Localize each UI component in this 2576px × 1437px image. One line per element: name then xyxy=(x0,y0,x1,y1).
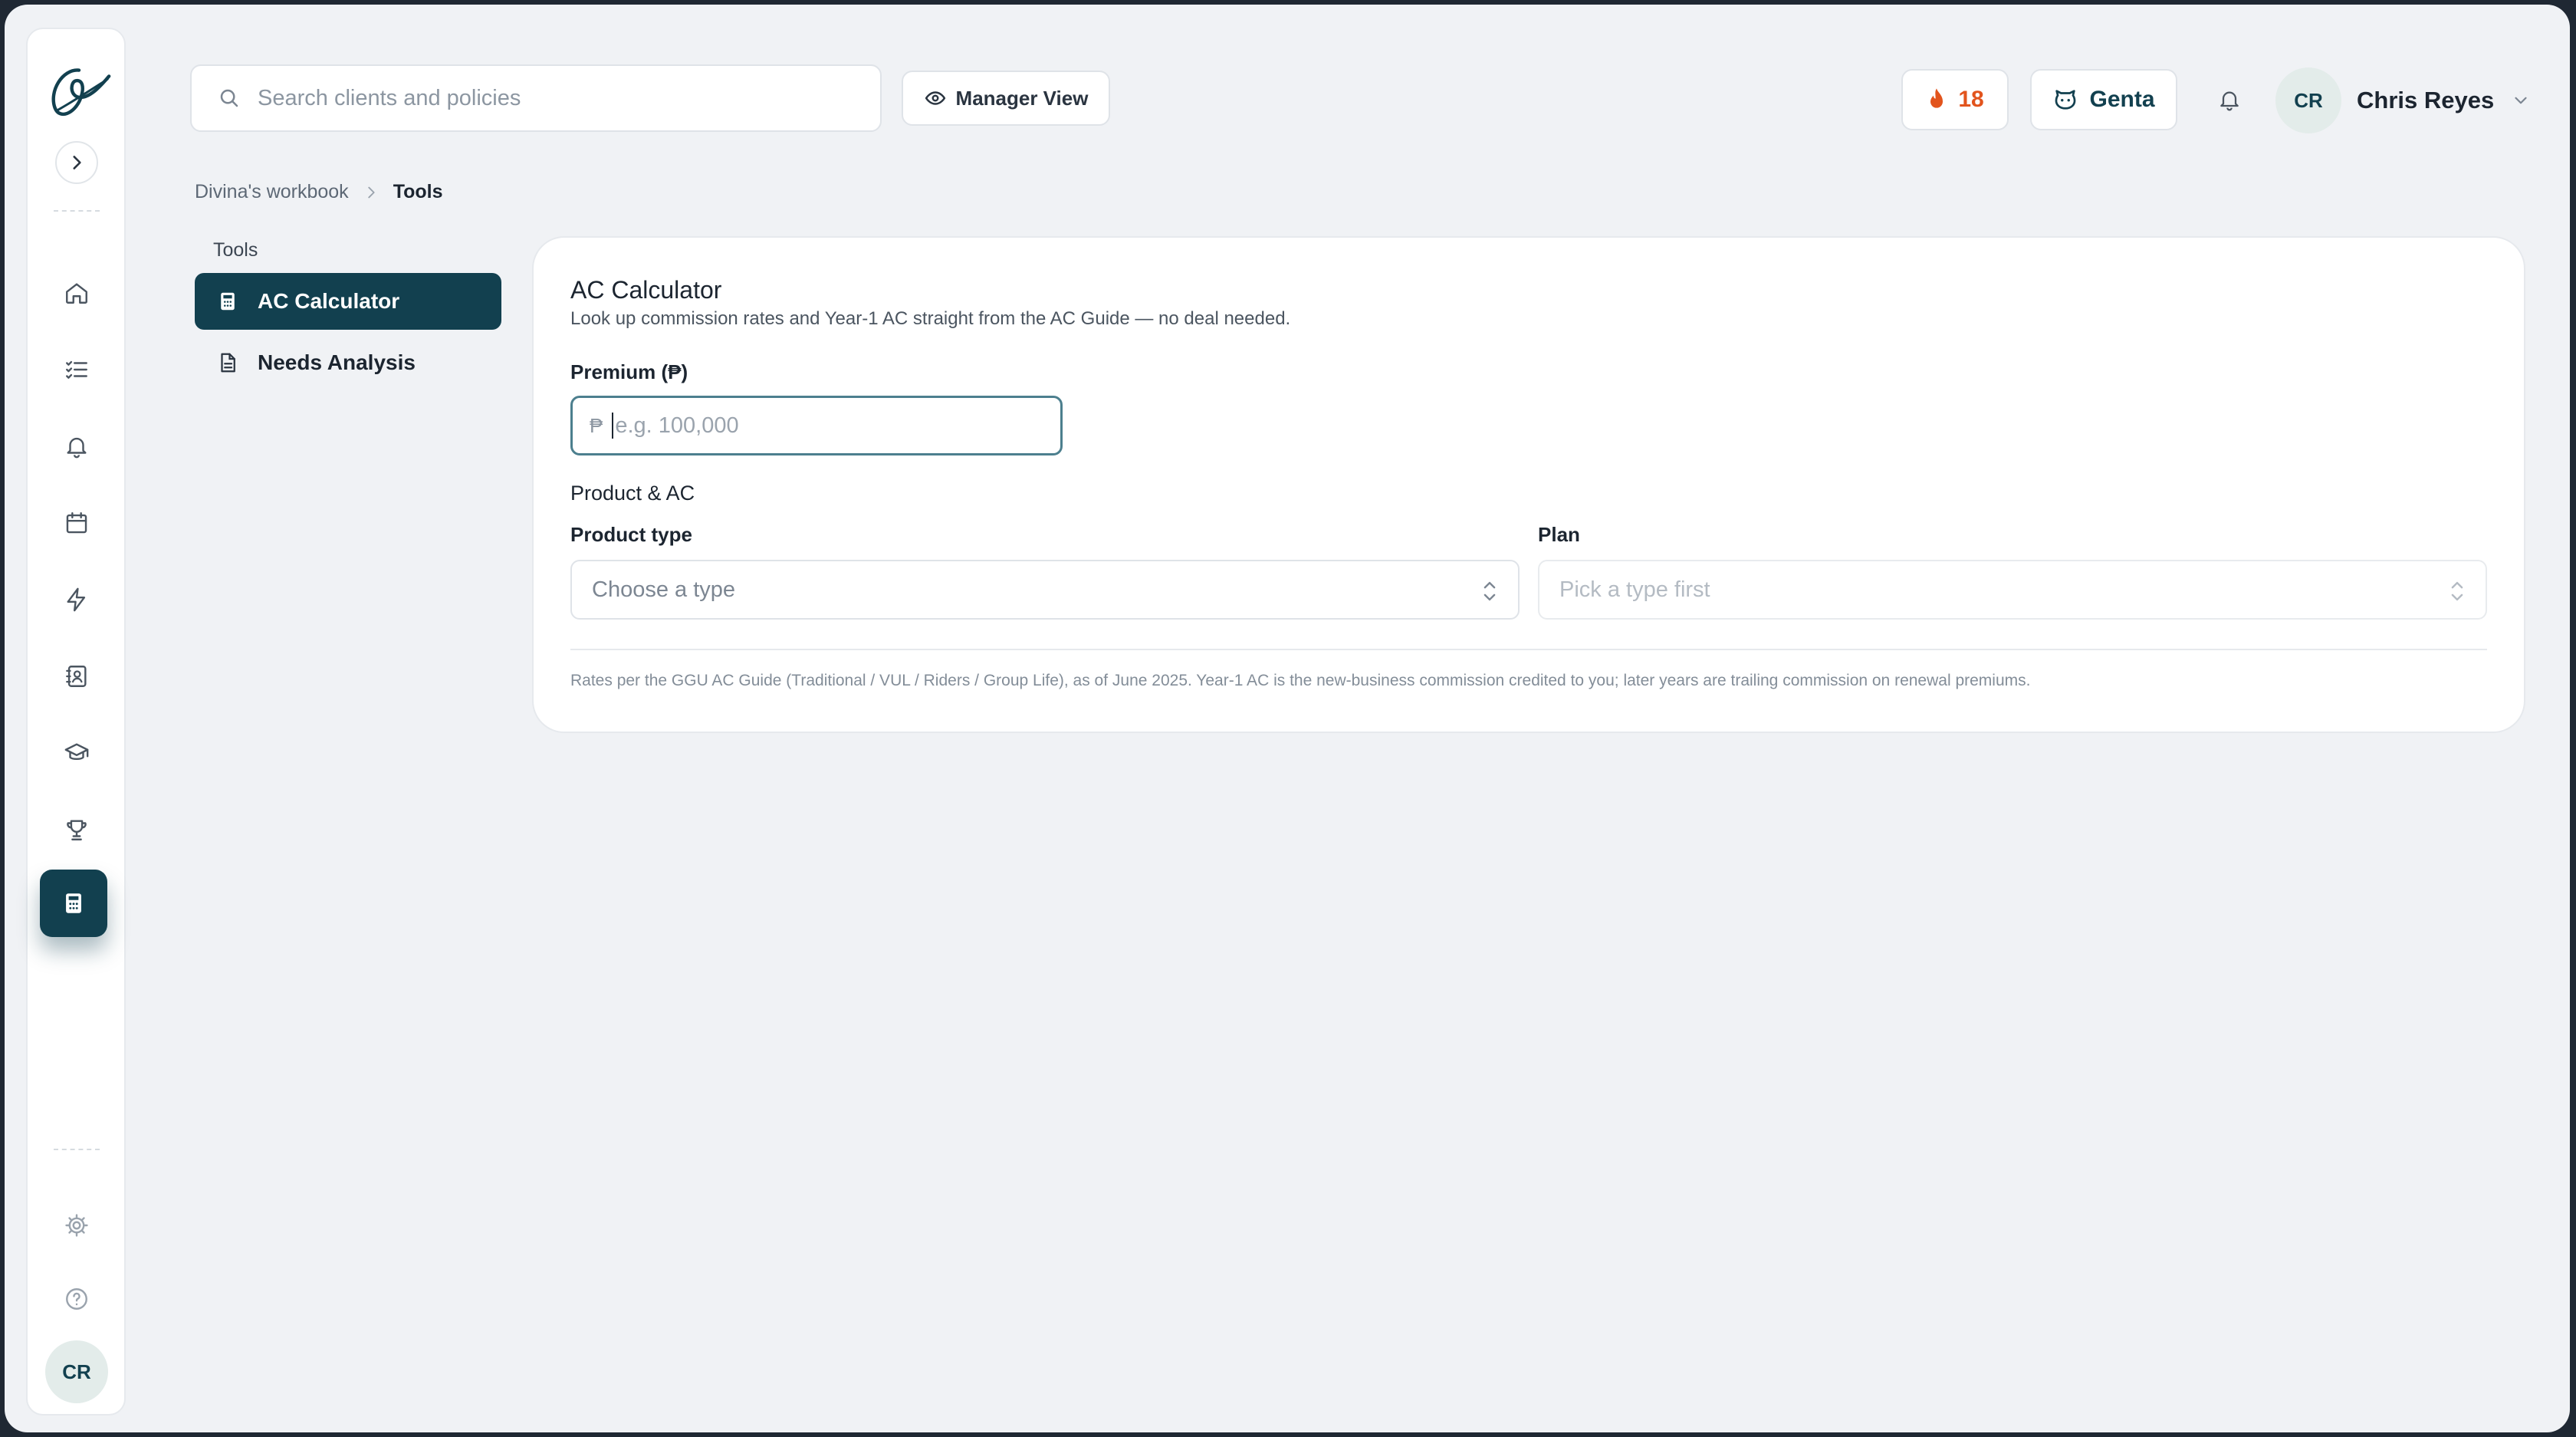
help-icon xyxy=(66,1288,87,1310)
manager-view-button[interactable]: Manager View xyxy=(902,71,1110,126)
nav-tasks[interactable] xyxy=(55,348,98,391)
calculator-icon xyxy=(66,893,81,913)
nav-notifications[interactable] xyxy=(55,425,98,468)
nav-contacts[interactable] xyxy=(55,655,98,698)
search-input[interactable] xyxy=(258,85,840,111)
premium-label: Premium (₱) xyxy=(570,360,688,383)
breadcrumb-parent[interactable]: Divina's workbook xyxy=(195,181,349,203)
calendar-icon xyxy=(66,512,87,534)
bell-icon xyxy=(67,437,87,459)
flame-icon xyxy=(1930,88,1944,108)
chevron-updown-icon xyxy=(2451,581,2463,601)
streak-button[interactable]: 18 xyxy=(1901,69,2009,130)
ac-calculator-card: AC Calculator Look up commission rates a… xyxy=(532,236,2525,733)
logo[interactable] xyxy=(40,54,115,129)
breadcrumb-current: Tools xyxy=(393,181,443,202)
nav-home[interactable] xyxy=(55,271,98,314)
graduation-cap-icon xyxy=(64,743,89,760)
divider xyxy=(570,649,2487,650)
nav-leaderboard[interactable] xyxy=(55,808,98,851)
plan-label: Plan xyxy=(1538,523,1580,546)
premium-field[interactable]: ₱ xyxy=(570,396,1063,455)
tools-heading: Tools xyxy=(213,239,258,261)
bell-icon xyxy=(2220,91,2239,111)
search-icon xyxy=(220,89,238,107)
divider xyxy=(54,1149,100,1150)
card-subtitle: Look up commission rates and Year-1 AC s… xyxy=(570,308,1291,329)
chevron-down-icon xyxy=(2515,97,2527,104)
nav-activity[interactable] xyxy=(55,578,98,621)
tool-item-ac-calculator[interactable]: AC Calculator xyxy=(195,273,501,330)
product-type-value: Choose a type xyxy=(592,577,736,602)
product-type-select[interactable]: Choose a type xyxy=(570,560,1520,620)
divider xyxy=(54,210,100,212)
chevron-updown-icon xyxy=(1484,581,1496,601)
product-type-label: Product type xyxy=(570,523,692,546)
eye-switch-icon xyxy=(925,91,945,105)
tool-item-label: AC Calculator xyxy=(258,289,400,313)
plan-value: Pick a type first xyxy=(1559,577,1710,602)
chevron-right-icon xyxy=(368,186,375,198)
document-icon xyxy=(221,353,235,373)
lightning-icon xyxy=(67,587,86,612)
trophy-icon xyxy=(67,820,87,840)
home-icon xyxy=(66,283,87,304)
notifications-button[interactable] xyxy=(2211,81,2248,118)
tool-item-label: Needs Analysis xyxy=(258,350,416,374)
plan-select[interactable]: Pick a type first xyxy=(1538,560,2487,620)
chevron-right-icon xyxy=(73,156,81,169)
streak-count: 18 xyxy=(1958,87,1984,112)
expand-sidebar-button[interactable] xyxy=(55,141,98,184)
sidebar-rail: CR xyxy=(26,28,126,1416)
nav-help[interactable] xyxy=(55,1278,98,1320)
user-menu[interactable]: CR Chris Reyes xyxy=(2275,67,2531,133)
contacts-icon xyxy=(66,666,87,687)
section-title: Product & AC xyxy=(570,482,695,505)
sidebar-avatar[interactable]: CR xyxy=(45,1340,108,1403)
card-title: AC Calculator xyxy=(570,276,722,304)
app-window: CR Manager View 18 Genta CR Chris Reyes … xyxy=(5,5,2570,1432)
rates-footnote: Rates per the GGU AC Guide (Traditional … xyxy=(570,672,2031,689)
genta-assistant-button[interactable]: Genta xyxy=(2030,69,2177,130)
genta-label: Genta xyxy=(2089,87,2155,112)
settings-icon xyxy=(65,1214,88,1237)
currency-symbol: ₱ xyxy=(590,413,603,437)
calculator-icon xyxy=(221,292,235,311)
nav-learning[interactable] xyxy=(55,732,98,774)
tool-item-needs-analysis[interactable]: Needs Analysis xyxy=(195,334,501,391)
premium-input[interactable] xyxy=(615,413,1045,439)
nav-tools[interactable] xyxy=(40,870,107,937)
search-box[interactable] xyxy=(190,64,882,132)
breadcrumb: Divina's workbook Tools xyxy=(195,181,443,203)
robot-face-icon xyxy=(2055,90,2076,110)
manager-view-label: Manager View xyxy=(955,86,1089,110)
nav-settings[interactable] xyxy=(55,1204,98,1247)
user-avatar: CR xyxy=(2275,67,2341,133)
nav-calendar[interactable] xyxy=(55,501,98,544)
tasks-icon xyxy=(66,360,87,379)
text-caret xyxy=(612,413,614,439)
user-name: Chris Reyes xyxy=(2357,87,2495,113)
